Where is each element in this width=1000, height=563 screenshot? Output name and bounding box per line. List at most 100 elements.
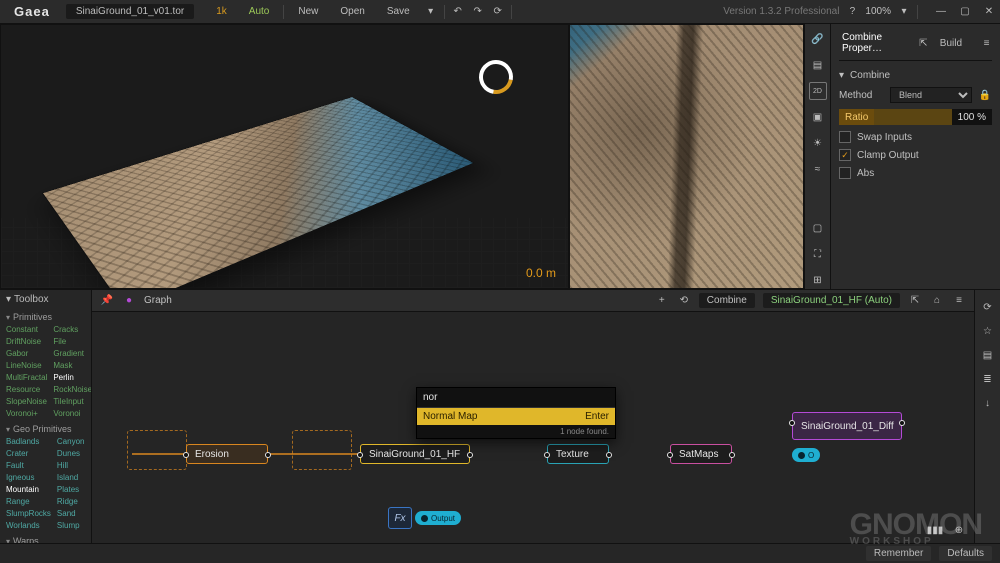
breadcrumb-output[interactable]: SinaiGround_01_HF (Auto) [763,293,900,308]
toolbox-item[interactable]: Worlands [6,520,51,532]
node-texture[interactable]: Texture [547,444,609,464]
link-icon[interactable]: ⟲ [677,294,691,308]
toolbox-geo-header[interactable]: Geo Primitives [6,420,85,436]
toolbox-item[interactable]: SlumpRocks [6,508,51,520]
node-diff[interactable]: SinaiGround_01_Diff [792,412,902,440]
refresh-icon[interactable]: ⟳ [491,5,505,19]
toolbox-item[interactable]: Island [57,472,85,484]
toolbox-item[interactable]: Constant [6,324,47,336]
menu-icon[interactable]: ≡ [981,36,992,50]
menu-icon[interactable]: ≡ [952,294,966,308]
bookmark-icon[interactable]: ☆ [981,324,995,338]
node-port-chip[interactable]: O [792,448,820,462]
export-icon[interactable]: ⇱ [918,36,929,50]
toolbox-item[interactable]: Plates [57,484,85,496]
zoom-text[interactable]: 100% [865,6,891,17]
method-select[interactable]: Blend [890,87,972,103]
undo-icon[interactable]: ↶ [451,5,465,19]
toolbox-item[interactable]: File [53,336,92,348]
mode-button[interactable]: Auto [241,4,278,19]
node-hf[interactable]: SinaiGround_01_HF [360,444,470,464]
tab-build[interactable]: Build [937,36,965,51]
fx-output-pill[interactable]: Output [415,511,461,525]
water-icon[interactable]: ≈ [809,160,827,178]
focus-icon[interactable]: ▢ [809,219,827,237]
toolbox-item[interactable]: Mask [53,360,92,372]
grid-icon[interactable]: ⊞ [809,271,827,289]
toolbox-item[interactable]: Voronoi [53,408,92,420]
abs-checkbox[interactable] [839,167,851,179]
section-label[interactable]: Combine [850,70,890,81]
graph-tab[interactable]: Graph [144,295,172,306]
toolbox-item[interactable]: TileInput [53,396,92,408]
expand-icon[interactable]: ⛶ [809,245,827,263]
clamp-output-checkbox[interactable] [839,149,851,161]
save-button[interactable]: Save [379,4,418,19]
toolbox-item[interactable]: Slump [57,520,85,532]
home-icon[interactable]: ⌂ [930,294,944,308]
toolbox-item[interactable]: Resource [6,384,47,396]
toolbox-item[interactable]: Badlands [6,436,51,448]
sun-icon[interactable]: ☀ [809,134,827,152]
toolbox-title[interactable]: Toolbox [14,294,48,305]
node-satmaps[interactable]: SatMaps [670,444,732,464]
barcode-icon[interactable]: ▮▮▮ [928,523,942,537]
node-search-result[interactable]: Normal MapEnter [417,408,615,425]
link-icon[interactable]: 🔗 [809,30,827,48]
toolbox-item[interactable]: Mountain [6,484,51,496]
database-icon[interactable]: ≣ [981,372,995,386]
display-mode-icon[interactable]: ▣ [809,108,827,126]
toolbox-warps-header[interactable]: Warps [6,532,85,543]
node-fx[interactable]: Fx [388,507,412,529]
node-erosion[interactable]: Erosion [186,444,268,464]
chevron-down-icon[interactable]: ▾ [424,5,438,19]
ratio-slider[interactable]: Ratio 100 % [839,109,992,125]
redo-icon[interactable]: ↷ [471,5,485,19]
open-button[interactable]: Open [332,4,372,19]
toolbox-item[interactable]: Cracks [53,324,92,336]
arrow-down-icon[interactable]: ↓ [981,396,995,410]
toolbox-item[interactable]: Perlin [53,372,92,384]
toolbox-item[interactable]: Sand [57,508,85,520]
resolution-button[interactable]: 1k [208,4,235,19]
remember-button[interactable]: Remember [866,546,931,561]
mode-2d-button[interactable]: 2D [809,82,827,100]
refresh-icon[interactable]: ⟳ [981,300,995,314]
maximize-icon[interactable]: ▢ [958,5,972,19]
minimize-icon[interactable]: — [934,5,948,19]
toolbox-item[interactable]: Crater [6,448,51,460]
toolbox-item[interactable]: Canyon [57,436,85,448]
toolbox-item[interactable]: Gradient [53,348,92,360]
export-icon[interactable]: ⇱ [908,294,922,308]
toolbox-item[interactable]: DriftNoise [6,336,47,348]
close-icon[interactable]: ✕ [982,5,996,19]
layers-icon[interactable]: ▤ [981,348,995,362]
toolbox-primitives-header[interactable]: Primitives [6,308,85,324]
node-search-input[interactable] [417,388,615,408]
toolbox-item[interactable]: Igneous [6,472,51,484]
add-node-icon[interactable]: ⊕ [952,523,966,537]
toolbox-item[interactable]: Voronoi+ [6,408,47,420]
toolbox-item[interactable]: Hill [57,460,85,472]
swap-inputs-checkbox[interactable] [839,131,851,143]
lock-icon[interactable]: 🔒 [978,88,992,102]
toolbox-item[interactable]: RockNoise [53,384,92,396]
graph-canvas[interactable]: Erosion SinaiGround_01_HF Texture SatMap… [92,312,974,543]
toolbox-item[interactable]: MultiFractal [6,372,47,384]
new-button[interactable]: New [290,4,326,19]
toolbox-item[interactable]: Gabor [6,348,47,360]
layers-icon[interactable]: ▤ [809,56,827,74]
toolbox-item[interactable]: Fault [6,460,51,472]
help-icon[interactable]: ? [845,5,859,19]
chevron-down-icon[interactable]: ▾ [897,5,911,19]
breadcrumb-combine[interactable]: Combine [699,293,755,308]
filename[interactable]: SinaiGround_01_v01.tor [66,4,194,19]
plus-icon[interactable]: + [655,294,669,308]
toolbox-item[interactable]: Range [6,496,51,508]
toolbox-item[interactable]: Dunes [57,448,85,460]
toolbox-item[interactable]: Ridge [57,496,85,508]
toolbox-item[interactable]: LineNoise [6,360,47,372]
viewport-top[interactable] [569,24,804,289]
pin-icon[interactable]: 📌 [100,294,114,308]
toolbox-item[interactable]: SlopeNoise [6,396,47,408]
